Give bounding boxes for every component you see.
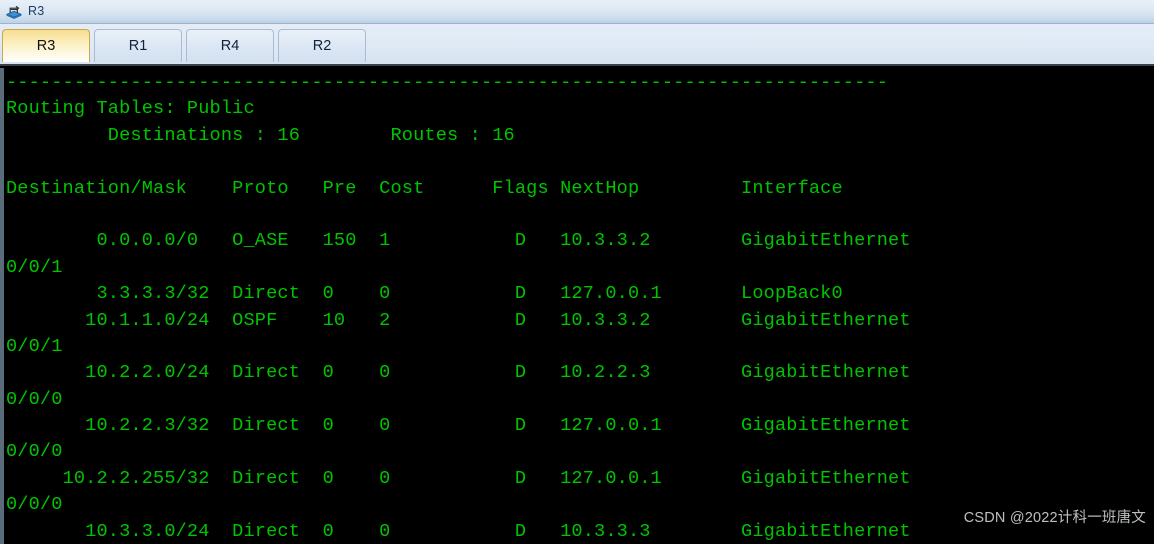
terminal-line: Routing Tables: Public <box>6 98 255 120</box>
terminal-output-pane[interactable]: ----------------------------------------… <box>0 68 1154 544</box>
terminal-line: 10.3.3.0/24 Direct 0 0 D 10.3.3.3 Gigabi… <box>6 520 911 542</box>
tab-r3[interactable]: R3 <box>2 29 90 62</box>
terminal-line: 10.2.2.255/32 Direct 0 0 D 127.0.0.1 Gig… <box>6 467 911 489</box>
terminal-line: 0/0/0 <box>6 388 63 410</box>
router-console-window: R3 R3 R1 R4 R2 -------------------------… <box>0 0 1154 544</box>
terminal-line: 10.2.2.3/32 Direct 0 0 D 127.0.0.1 Gigab… <box>6 415 911 437</box>
terminal-line: 0/0/1 <box>6 335 63 357</box>
terminal-line: 0/0/1 <box>6 256 63 278</box>
terminal-line: ----------------------------------------… <box>6 72 889 93</box>
tab-r4[interactable]: R4 <box>186 29 274 62</box>
terminal-line: 0/0/0 <box>6 494 63 516</box>
terminal-line: 10.2.2.0/24 Direct 0 0 D 10.2.2.3 Gigabi… <box>6 362 911 384</box>
router-device-icon <box>5 3 23 21</box>
tab-label: R2 <box>312 38 332 54</box>
tab-r1[interactable]: R1 <box>94 29 182 62</box>
terminal-line: 0/0/0 <box>6 441 63 463</box>
tab-label: R4 <box>220 38 240 54</box>
terminal-line: 3.3.3.3/32 Direct 0 0 D 127.0.0.1 LoopBa… <box>6 283 843 305</box>
window-title: R3 <box>28 4 45 19</box>
tab-label: R3 <box>36 38 56 54</box>
terminal-line: 10.1.1.0/24 OSPF 10 2 D 10.3.3.2 Gigabit… <box>6 309 911 331</box>
terminal-line: 0.0.0.0/0 O_ASE 150 1 D 10.3.3.2 Gigabit… <box>6 230 911 252</box>
window-titlebar: R3 <box>0 0 1154 24</box>
device-tab-bar: R3 R1 R4 R2 <box>0 24 1154 66</box>
terminal-line: Destinations : 16 Routes : 16 <box>6 124 515 146</box>
tab-label: R1 <box>128 38 148 54</box>
terminal-line: Destination/Mask Proto Pre Cost Flags Ne… <box>6 177 843 199</box>
tab-r2[interactable]: R2 <box>278 29 366 62</box>
terminal-text-container: ----------------------------------------… <box>4 68 1154 544</box>
